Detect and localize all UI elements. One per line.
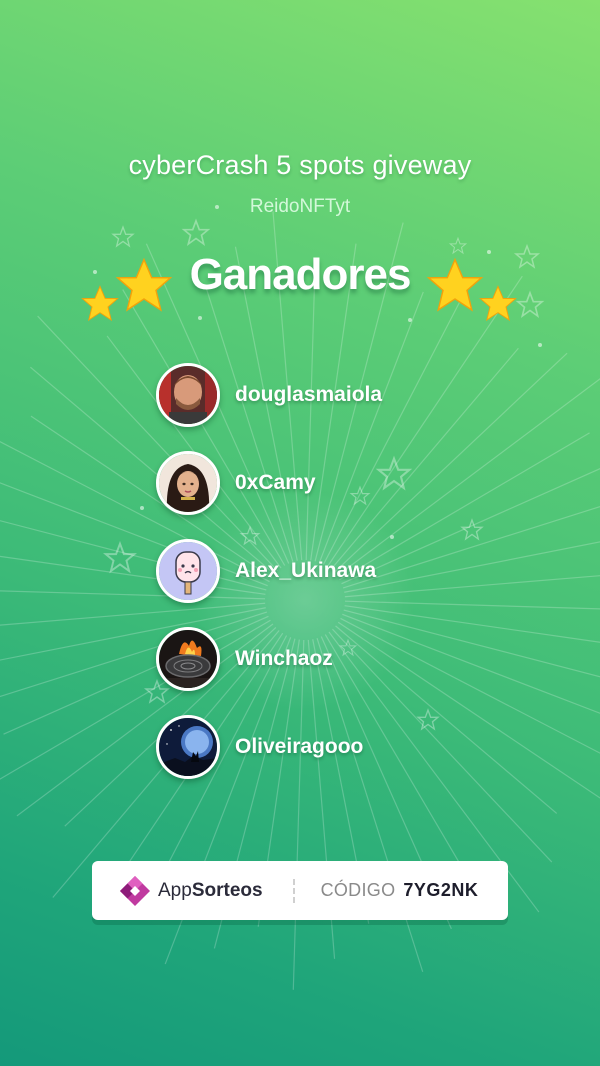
giveaway-results-screen: cyberCrash 5 spots giveway ReidoNFTyt Ga… bbox=[0, 0, 600, 1066]
winner-name: Oliveiragooo bbox=[235, 735, 364, 758]
code-value: 7YG2NK bbox=[403, 880, 479, 900]
winners-heading: Ganadores bbox=[189, 250, 412, 299]
winner-item[interactable]: Winchaoz bbox=[156, 626, 476, 692]
code-label: CÓDIGO bbox=[320, 880, 396, 900]
avatar-man-photo-icon bbox=[159, 366, 217, 424]
winner-name: Winchaoz bbox=[235, 647, 333, 670]
giveaway-host: ReidoNFTyt bbox=[249, 196, 351, 217]
giveaway-title: cyberCrash 5 spots giveway bbox=[128, 150, 472, 180]
avatar bbox=[156, 715, 220, 779]
winner-item[interactable]: douglasmaiola bbox=[156, 362, 476, 428]
avatar-ice-cream-character-icon bbox=[159, 542, 217, 600]
avatar-girl-illustration-icon bbox=[159, 454, 217, 512]
divider bbox=[292, 878, 295, 903]
winner-name: douglasmaiola bbox=[235, 383, 383, 406]
avatar-fire-pan-photo-icon bbox=[159, 630, 217, 688]
winner-item[interactable]: Alex_Ukinawa bbox=[156, 538, 476, 604]
outline-star-icon bbox=[111, 225, 135, 248]
outline-star-icon bbox=[103, 540, 137, 574]
avatar bbox=[156, 451, 220, 515]
appsorteos-logo-icon bbox=[120, 875, 150, 906]
winner-name: Alex_Ukinawa bbox=[235, 559, 377, 582]
outline-star-icon bbox=[181, 218, 211, 246]
avatar bbox=[156, 627, 220, 691]
avatar bbox=[156, 363, 220, 427]
appsorteos-brand: AppSorteos bbox=[158, 879, 263, 901]
avatar-wolf-moon-photo-icon bbox=[159, 718, 217, 776]
winner-item[interactable]: 0xCamy bbox=[156, 450, 476, 516]
winner-name: 0xCamy bbox=[235, 471, 316, 494]
appsorteos-logo: AppSorteos bbox=[118, 874, 263, 908]
avatar bbox=[156, 539, 220, 603]
winner-item[interactable]: Oliveiragooo bbox=[156, 714, 476, 780]
appsorteos-code-badge: AppSorteos CÓDIGO 7YG2NK bbox=[92, 861, 508, 920]
